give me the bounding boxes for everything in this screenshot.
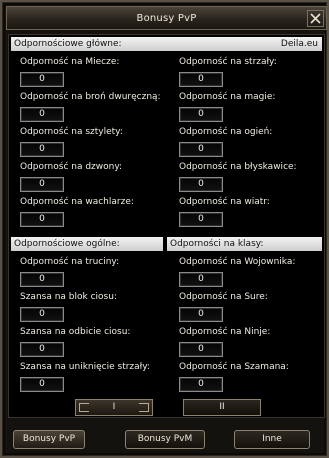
stat-value: 0 <box>179 272 223 287</box>
class-resist-title: Odporności na klasy: <box>170 239 264 249</box>
stat-label: Odporność na Miecze: <box>20 57 120 67</box>
stat-value: 0 <box>20 107 64 122</box>
stat-value: 0 <box>20 272 64 287</box>
stat-label: Odporność na truciny: <box>20 257 120 267</box>
stat-value: 0 <box>20 342 64 357</box>
tab-bonusy-pvm[interactable]: Bonusy PvM <box>125 430 205 449</box>
stat-label: Odporność na błyskawice: <box>179 162 297 172</box>
stat-label: Odporność na Wojownika: <box>179 257 296 267</box>
stat-value: 0 <box>20 142 64 157</box>
stat-label: Odporność na dzwony: <box>20 162 123 172</box>
stat-value: 0 <box>179 342 223 357</box>
content-panel: Odpornościowe główne: Deila.eu Odporność… <box>8 34 325 418</box>
close-button[interactable] <box>307 10 324 27</box>
page-two-button[interactable]: II <box>183 399 261 416</box>
tab-bonusy-pvp[interactable]: Bonusy PvP <box>13 430 85 449</box>
ornament-left-icon <box>79 403 89 412</box>
bonus-pvp-window: Bonusy PvP Odpornościowe główne: Deila.e… <box>0 0 329 458</box>
class-resist-header: Odporności na klasy: <box>167 237 322 251</box>
stat-value: 0 <box>179 177 223 192</box>
general-resist-title: Odpornościowe ogólne: <box>14 239 120 249</box>
stat-label: Odporność na wiatr: <box>179 197 270 207</box>
stat-value: 0 <box>179 107 223 122</box>
stat-value: 0 <box>179 142 223 157</box>
stat-label: Odporność na Szamana: <box>179 362 289 372</box>
tab-inne-label: Inne <box>262 434 282 444</box>
main-resist-title: Odpornościowe główne: <box>14 39 122 49</box>
close-icon <box>310 13 321 24</box>
main-resist-header: Odpornościowe główne: Deila.eu <box>11 37 322 51</box>
stat-label: Odporność na sztylety: <box>20 127 123 137</box>
title-bar[interactable]: Bonusy PvP <box>6 6 327 30</box>
stat-label: Szansa na odbicie ciosu: <box>20 327 131 337</box>
stat-value: 0 <box>179 377 223 392</box>
stat-label: Odporność na strzały: <box>179 57 277 67</box>
page-two-label: II <box>219 402 225 412</box>
stat-value: 0 <box>20 307 64 322</box>
stat-label: Szansa na blok ciosu: <box>20 292 117 302</box>
stat-value: 0 <box>179 212 223 227</box>
stat-label: Odporność na wachlarze: <box>20 197 134 207</box>
stat-label: Odporność na magie: <box>179 92 276 102</box>
ornament-right-icon <box>139 403 149 412</box>
page-one-label: I <box>112 402 116 412</box>
tab-inne[interactable]: Inne <box>234 430 310 449</box>
stat-value: 0 <box>20 177 64 192</box>
server-brand: Deila.eu <box>280 39 318 49</box>
stat-value: 0 <box>179 307 223 322</box>
tab-bonusy-pvp-label: Bonusy PvP <box>22 434 76 444</box>
window-title: Bonusy PvP <box>136 13 197 24</box>
stat-value: 0 <box>179 72 223 87</box>
stat-label: Odporność na broń dwuręczną: <box>20 92 161 102</box>
stat-value: 0 <box>20 72 64 87</box>
stat-label: Odporność na ogień: <box>179 127 273 137</box>
stat-label: Odporność na Ninje: <box>179 327 271 337</box>
page-one-button[interactable]: I <box>75 399 153 416</box>
stat-label: Odporność na Sure: <box>179 292 268 302</box>
stat-value: 0 <box>20 377 64 392</box>
general-resist-header: Odpornościowe ogólne: <box>11 237 163 251</box>
stat-label: Szansa na uniknięcie strzały: <box>20 362 150 372</box>
tab-bonusy-pvm-label: Bonusy PvM <box>137 434 193 444</box>
stat-value: 0 <box>20 212 64 227</box>
